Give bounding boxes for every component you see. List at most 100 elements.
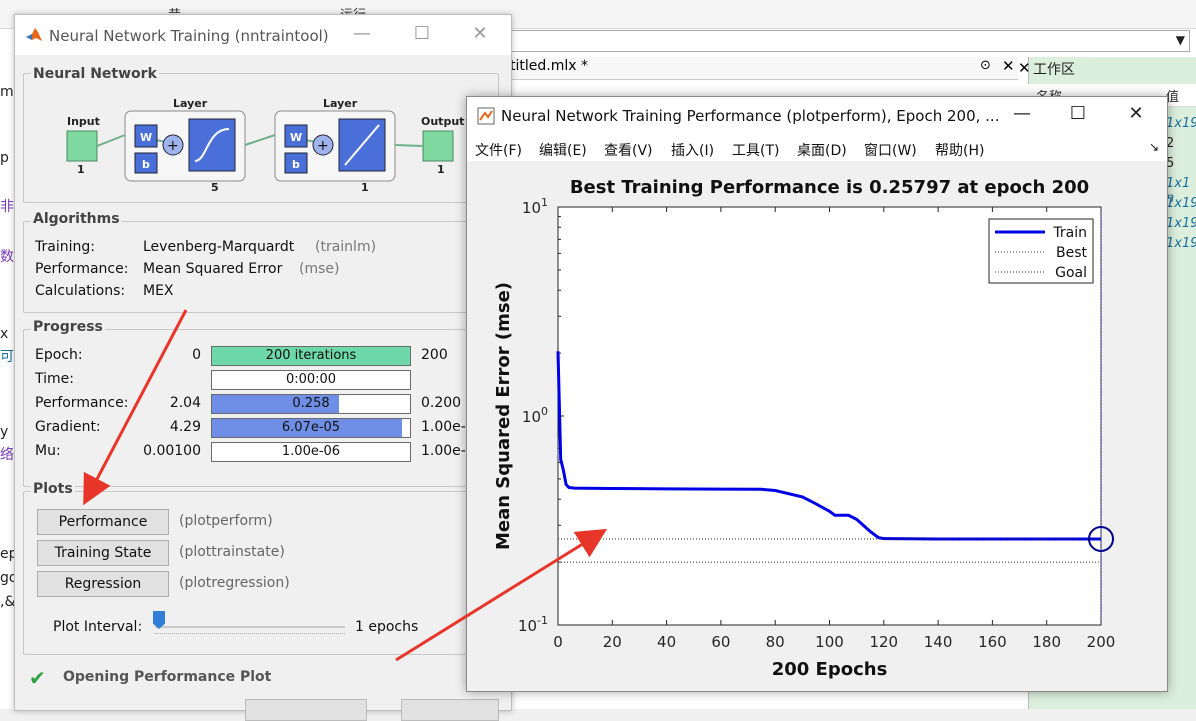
- close-icon[interactable]: ✕: [1002, 57, 1015, 75]
- workspace-value[interactable]: 1x19: [1166, 116, 1196, 131]
- chevron-down-icon[interactable]: ▼: [1176, 33, 1185, 47]
- sum-label: +: [167, 138, 179, 154]
- workspace-value[interactable]: 1x19: [1166, 196, 1196, 211]
- close-icon[interactable]: ✕: [1018, 59, 1031, 77]
- section-title: Progress: [31, 319, 105, 335]
- performance-plot-button[interactable]: Performance: [37, 509, 169, 535]
- chart-title: Best Training Performance is 0.25797 at …: [570, 177, 1089, 198]
- progress-bar-text: 200 iterations: [265, 348, 357, 363]
- progress-bar: 1.00e-06: [211, 442, 411, 462]
- progress-bar: 0.258: [211, 394, 411, 414]
- progress-bar: 6.07e-05: [211, 418, 411, 438]
- network-diagram: Input 1 Layer 5 Layer 1 Output 1 W b + W…: [66, 97, 464, 194]
- y-tick-label: 10-1: [518, 614, 548, 635]
- code-fragment: 数: [0, 249, 14, 265]
- plot-interval-ticks: [155, 633, 345, 640]
- legend-entry: Train: [1052, 225, 1087, 241]
- layer2-label: Layer: [323, 97, 358, 110]
- algorithm-value: Mean Squared Error: [143, 261, 283, 277]
- workspace-value[interactable]: 1x19: [1166, 236, 1196, 251]
- algorithm-label: Performance:: [35, 261, 129, 277]
- x-tick-label: 60: [711, 633, 730, 651]
- maximize-icon[interactable]: ☐: [411, 23, 433, 45]
- algorithm-label: Calculations:: [35, 283, 126, 299]
- section-title: Algorithms: [31, 211, 122, 227]
- progress-label: Time:: [35, 371, 74, 387]
- code-fragment: x: [0, 326, 9, 342]
- progress-end-value: 1.00e-: [421, 443, 466, 459]
- bias-label: b: [142, 158, 150, 171]
- x-tick-label: 140: [924, 633, 953, 651]
- menu-edit[interactable]: 编辑(E): [539, 140, 587, 160]
- legend-entry: Goal: [1055, 265, 1087, 281]
- progress-start-value: 4.29: [169, 419, 201, 435]
- perf-menubar: 文件(F) 编辑(E) 查看(V) 插入(I) 工具(T) 桌面(D) 窗口(W…: [467, 135, 1167, 162]
- menu-help[interactable]: 帮助(H): [935, 140, 984, 160]
- output-label: Output: [421, 115, 464, 128]
- editor-tab[interactable]: titled.mlx * ⊙ ✕: [508, 57, 1018, 80]
- output-size: 1: [437, 163, 445, 176]
- checkmark-icon: ✔: [29, 666, 46, 690]
- input-node: [66, 130, 98, 162]
- x-axis-label: 200 Epochs: [772, 659, 888, 680]
- figure-canvas: 0 20 40 60 80 100 120 140 160 180 200 101 100 10-1 Bes…: [467, 161, 1167, 691]
- x-tick-label: 0: [553, 633, 563, 651]
- progress-bar: 200 iterations: [211, 346, 411, 366]
- y-tick-label: 101: [522, 196, 548, 217]
- menu-window[interactable]: 窗口(W): [864, 140, 917, 160]
- window-title: Neural Network Training Performance (plo…: [501, 107, 1000, 125]
- status-text: Opening Performance Plot: [63, 669, 272, 685]
- address-bar[interactable]: ▼: [508, 30, 1190, 52]
- stop-training-button[interactable]: [245, 699, 367, 721]
- section-title: Neural Network: [31, 66, 159, 82]
- menu-tools[interactable]: 工具(T): [732, 140, 779, 160]
- x-tick-label: 180: [1032, 633, 1061, 651]
- progress-end-value: 200: [421, 347, 448, 363]
- perf-window-titlebar[interactable]: Neural Network Training Performance (plo…: [467, 97, 1167, 135]
- plot-fn: (plottrainstate): [179, 544, 285, 560]
- section-title: Plots: [31, 481, 75, 497]
- matlab-logo-icon: [26, 28, 42, 41]
- window-title: Neural Network Training (nntraintool): [49, 27, 329, 45]
- x-tick-label: 200: [1087, 633, 1116, 651]
- progress-label: Mu:: [35, 443, 61, 459]
- nntraintool-titlebar[interactable]: Neural Network Training (nntraintool) — …: [15, 15, 511, 55]
- plot-interval-track[interactable]: [155, 626, 345, 628]
- progress-label: Epoch:: [35, 347, 83, 363]
- progress-bar: 0:00:00: [211, 370, 411, 390]
- progress-start-value: 0: [192, 347, 201, 363]
- menu-desktop[interactable]: 桌面(D): [797, 140, 847, 160]
- algorithm-label: Training:: [35, 239, 95, 255]
- y-axis-label: Mean Squared Error (mse): [493, 282, 514, 550]
- cancel-button[interactable]: [401, 699, 499, 721]
- tab-menu-icon[interactable]: ⊙: [980, 58, 991, 73]
- minimize-icon[interactable]: —: [1011, 103, 1033, 125]
- training-state-plot-button[interactable]: Training State: [37, 540, 169, 566]
- menu-insert[interactable]: 插入(I): [671, 140, 714, 160]
- input-label: Input: [67, 115, 100, 128]
- regression-plot-button[interactable]: Regression: [37, 571, 169, 597]
- progress-label: Gradient:: [35, 419, 101, 435]
- bias-label: b: [292, 158, 300, 171]
- editor-left-strip: ml p 非 数 x 可 y 络 ep go ,&: [0, 50, 18, 709]
- plot-fn: (plotregression): [179, 575, 290, 591]
- dock-arrow-icon[interactable]: ↘: [1149, 140, 1159, 154]
- layer2-size: 1: [361, 181, 369, 194]
- x-tick-label: 40: [657, 633, 676, 651]
- minimize-icon[interactable]: —: [351, 23, 373, 45]
- algorithm-fn: (mse): [299, 261, 340, 277]
- x-tick-label: 80: [766, 633, 785, 651]
- layer1-label: Layer: [173, 97, 208, 110]
- menu-view[interactable]: 查看(V): [604, 140, 653, 160]
- plot-interval-value: 1 epochs: [355, 619, 419, 635]
- close-icon[interactable]: ✕: [1125, 103, 1147, 125]
- figure-icon: [477, 107, 495, 125]
- plot-fn: (plotperform): [179, 513, 273, 529]
- progress-bar-text: 0.258: [292, 396, 330, 411]
- menu-file[interactable]: 文件(F): [475, 140, 522, 160]
- maximize-icon[interactable]: ☐: [1067, 103, 1089, 125]
- code-fragment: 可: [0, 349, 14, 365]
- workspace-value[interactable]: 1x19: [1166, 216, 1196, 231]
- progress-label: Performance:: [35, 395, 129, 411]
- close-icon[interactable]: ✕: [469, 23, 491, 45]
